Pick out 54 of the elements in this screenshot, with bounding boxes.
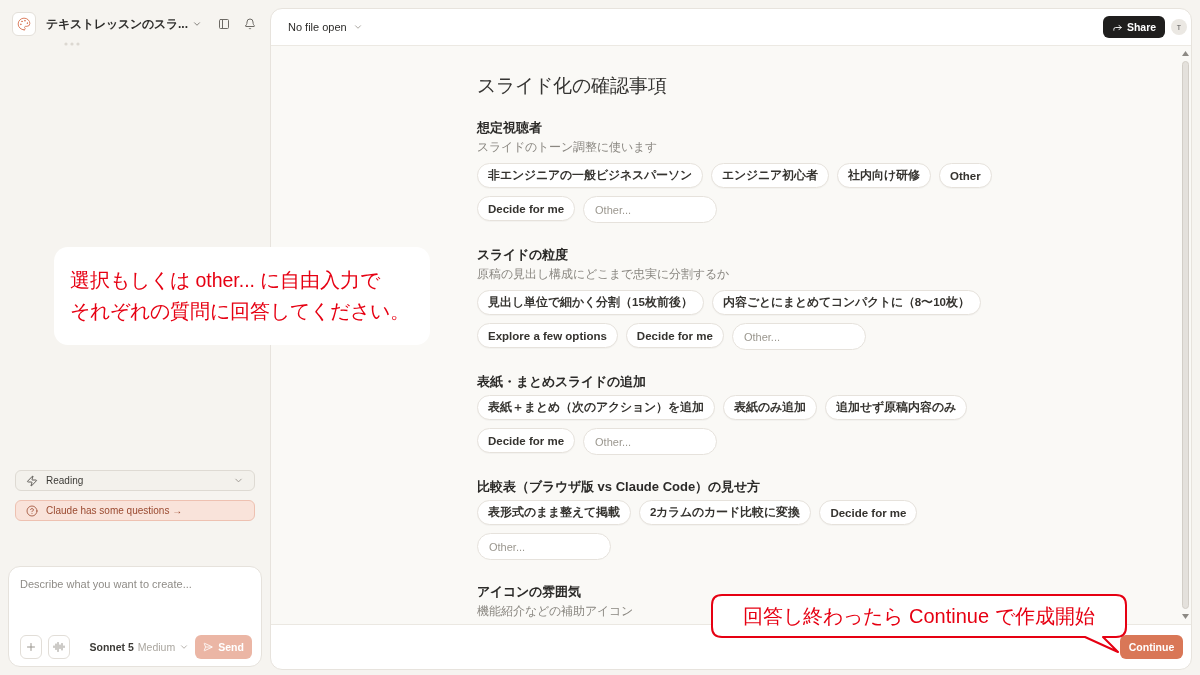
- question-hint: スライドのトーン調整に使います: [477, 140, 657, 155]
- annotation-text: 回答し終わったら Continue で作成開始: [743, 603, 1095, 629]
- question-title: スライドの粒度: [477, 246, 568, 264]
- waveform-icon: [53, 641, 66, 653]
- option-chip[interactable]: 追加せず原稿内容のみ: [825, 395, 967, 420]
- page-title: スライド化の確認事項: [477, 74, 667, 98]
- option-chip[interactable]: 非エンジニアの一般ビジネスパーソン: [477, 163, 703, 188]
- audio-button[interactable]: [48, 635, 71, 659]
- other-input-field[interactable]: Other...: [583, 428, 718, 455]
- chevron-down-icon: [179, 642, 190, 652]
- scroll-down-arrow-icon[interactable]: [1182, 614, 1189, 619]
- bell-icon[interactable]: [244, 18, 256, 30]
- other-input-field[interactable]: Other...: [477, 533, 611, 560]
- question-title: 想定視聴者: [477, 119, 542, 137]
- chevron-down-icon[interactable]: [192, 19, 202, 29]
- annotation-text: 選択もしくは other... に自由入力で: [70, 268, 381, 293]
- option-chip[interactable]: Decide for me: [477, 196, 576, 221]
- option-chip[interactable]: 表形式のまま整えて掲載: [477, 500, 631, 525]
- file-menu-button[interactable]: No file open: [288, 21, 363, 33]
- option-chip[interactable]: Decide for me: [625, 323, 724, 348]
- option-chip[interactable]: Other: [939, 163, 992, 188]
- option-chip[interactable]: 2カラムのカード比較に変換: [639, 500, 812, 525]
- question-title: アイコンの雰囲気: [477, 583, 581, 601]
- questions-banner[interactable]: Claude has some questions →: [15, 500, 255, 521]
- scrollbar-thumb[interactable]: [1182, 61, 1189, 609]
- question-icon: [26, 504, 38, 517]
- send-icon: [203, 642, 214, 652]
- sidebar-toggle-icon[interactable]: [218, 18, 230, 30]
- option-chip[interactable]: 社内向け研修: [837, 163, 931, 188]
- option-chip[interactable]: Decide for me: [819, 500, 918, 525]
- plus-icon: [25, 641, 38, 653]
- reading-dropdown[interactable]: Reading: [15, 470, 255, 491]
- chevron-down-icon: [352, 22, 363, 32]
- share-button[interactable]: Share: [1103, 16, 1165, 38]
- palette-icon[interactable]: [12, 12, 36, 36]
- annotation-text: それぞれの質問に回答してください。: [70, 299, 410, 324]
- option-chip[interactable]: 内容ごとにまとめてコンパクトに（8〜10枚）: [711, 290, 981, 315]
- option-chip[interactable]: 見出し単位で細かく分割（15枚前後）: [477, 290, 704, 315]
- question-hint: 原稿の見出し構成にどこまで忠実に分割するか: [477, 267, 729, 282]
- other-input-field[interactable]: Other...: [731, 323, 866, 350]
- question-title: 表紙・まとめスライドの追加: [477, 373, 646, 391]
- prompt-input-field[interactable]: Describe what you want to create...: [20, 578, 252, 635]
- model-selector[interactable]: Sonnet 5 Medium: [89, 641, 190, 653]
- option-chip[interactable]: Decide for me: [477, 428, 576, 453]
- option-chip[interactable]: 表紙＋まとめ（次のアクション）を追加: [477, 395, 715, 420]
- plus-button[interactable]: [20, 635, 43, 659]
- option-chip[interactable]: Explore a few options: [477, 323, 618, 348]
- option-chip[interactable]: 表紙のみ追加: [723, 395, 817, 420]
- question-hint: 機能紹介などの補助アイコン: [477, 604, 633, 619]
- scroll-up-arrow-icon[interactable]: [1182, 51, 1189, 56]
- question-title: 比較表（ブラウザ版 vs Claude Code）の見せ方: [477, 478, 761, 496]
- other-input-field[interactable]: Other...: [583, 196, 718, 223]
- option-chip[interactable]: エンジニア初心者: [711, 163, 829, 188]
- lightning-icon: [26, 474, 38, 487]
